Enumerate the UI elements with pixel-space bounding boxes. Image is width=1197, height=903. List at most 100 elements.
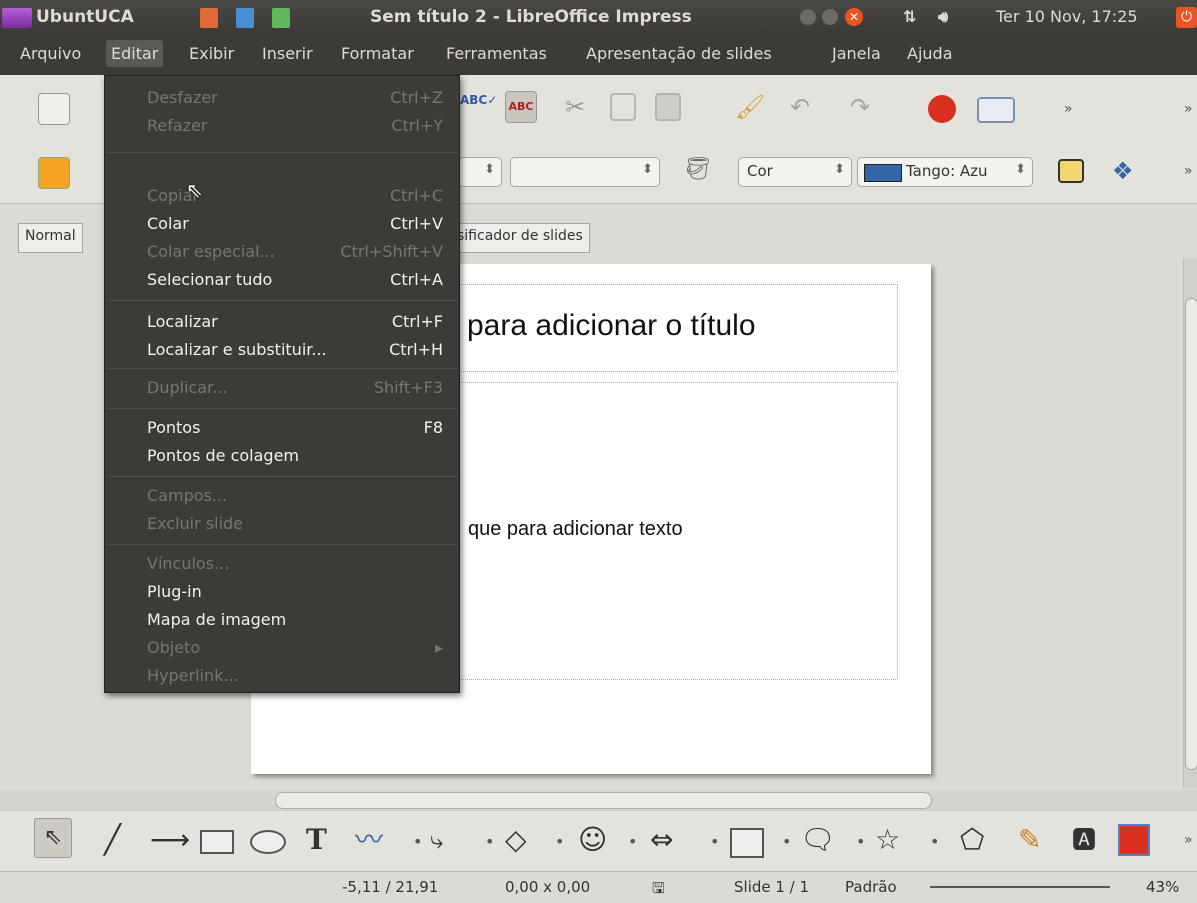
shadow-icon[interactable] bbox=[1058, 159, 1084, 183]
basic-shapes-icon[interactable]: ◇ bbox=[505, 820, 527, 860]
callouts-dropdown-icon[interactable]: • bbox=[856, 832, 865, 851]
size-readout: 0,00 x 0,00 bbox=[505, 878, 591, 896]
line-width-combo[interactable]: ⬍ bbox=[458, 157, 502, 187]
app-logo-icon[interactable] bbox=[2, 8, 32, 28]
menu-bar: Arquivo Editar Exibir Inserir Formatar F… bbox=[0, 35, 1197, 75]
display-area-icon[interactable] bbox=[38, 157, 70, 189]
impress-launcher-icon[interactable] bbox=[200, 8, 218, 28]
menu-formatar[interactable]: Formatar bbox=[341, 44, 414, 63]
content-placeholder-text: que para adicionar texto bbox=[468, 518, 683, 540]
menu-arquivo[interactable]: Arquivo bbox=[20, 44, 81, 63]
connector-icon[interactable]: ⤷ bbox=[430, 820, 443, 860]
menu-janela[interactable]: Janela bbox=[832, 44, 881, 63]
ellipse-icon[interactable] bbox=[250, 830, 286, 854]
points-icon[interactable]: ⬠ bbox=[960, 820, 984, 860]
menu-exibir[interactable]: Exibir bbox=[189, 44, 234, 63]
chart-icon[interactable] bbox=[928, 95, 956, 123]
maximize-icon[interactable] bbox=[822, 9, 838, 25]
glue-points-icon[interactable]: ✎ bbox=[1018, 820, 1041, 860]
menu-ajuda[interactable]: Ajuda bbox=[907, 44, 953, 63]
fill-color-combo[interactable]: Tango: Azu ⬍ bbox=[857, 157, 1033, 187]
menu-separator bbox=[107, 476, 457, 477]
more-chevron-icon-4[interactable]: » bbox=[1184, 832, 1193, 848]
curve-dropdown-icon[interactable]: • bbox=[413, 832, 422, 851]
fill-color-label: Tango: Azu bbox=[906, 162, 988, 180]
more-chevron-icon[interactable]: » bbox=[1064, 101, 1073, 117]
layout-name: Padrão bbox=[845, 878, 897, 896]
slide-counter: Slide 1 / 1 bbox=[734, 878, 810, 896]
zoom-slider[interactable] bbox=[930, 886, 1110, 888]
edit-menu-dropdown: Desfazer Ctrl+Z Refazer Ctrl+Y Copiar Ctrl+… bbox=[104, 75, 460, 693]
vertical-scrollbar[interactable] bbox=[1183, 258, 1197, 788]
writer-launcher-icon[interactable] bbox=[236, 8, 254, 28]
line-arrow-icon[interactable]: ⟶ bbox=[150, 820, 190, 860]
redo-icon[interactable]: ↷ bbox=[850, 93, 880, 123]
paint-icon[interactable]: ❖ bbox=[1112, 157, 1142, 187]
select-arrow-icon[interactable]: ⇖ bbox=[34, 818, 72, 858]
basic-shapes-dropdown-icon[interactable]: • bbox=[555, 832, 564, 851]
curve-icon[interactable]: 〰 bbox=[355, 820, 383, 860]
menu-editar[interactable]: Editar bbox=[106, 40, 164, 67]
status-bar: -5,11 / 21,91 0,00 x 0,00 🖫︎ Slide 1 / 1… bbox=[0, 871, 1197, 901]
calc-launcher-icon[interactable] bbox=[272, 8, 290, 28]
top-panel: UbuntUCA Sem título 2 - LibreOffice Impr… bbox=[0, 0, 1197, 35]
menu-inserir[interactable]: Inserir bbox=[262, 44, 313, 63]
vertical-scroll-thumb[interactable] bbox=[1185, 298, 1197, 770]
line-icon[interactable]: ╱ bbox=[104, 820, 121, 860]
menu-separator bbox=[107, 152, 457, 153]
table-icon[interactable] bbox=[977, 97, 1015, 123]
stars-dropdown-icon[interactable]: • bbox=[930, 832, 939, 851]
flowchart-icon[interactable] bbox=[730, 828, 764, 858]
position-readout: -5,11 / 21,91 bbox=[342, 878, 439, 896]
tab-normal[interactable]: Normal bbox=[18, 223, 83, 253]
minimize-icon[interactable] bbox=[800, 9, 816, 25]
clone-format-icon[interactable]: 🖌︎ bbox=[735, 93, 765, 123]
area-style-label: Cor bbox=[747, 162, 773, 180]
image-icon[interactable] bbox=[1118, 824, 1150, 856]
document-modified-icon: 🖫︎ bbox=[652, 879, 665, 897]
tab-slide-sorter[interactable]: sificador de slides bbox=[450, 223, 590, 253]
area-style-combo[interactable]: Cor ⬍ bbox=[738, 157, 852, 187]
stars-icon[interactable]: ☆ bbox=[875, 820, 900, 860]
menu-ferramentas[interactable]: Ferramentas bbox=[446, 44, 547, 63]
line-color-combo[interactable]: ⬍ bbox=[510, 157, 660, 187]
cut-icon[interactable]: ✂ bbox=[565, 93, 595, 123]
area-style-icon[interactable]: 🪣︎ bbox=[684, 157, 714, 187]
horizontal-scroll-thumb[interactable] bbox=[275, 792, 932, 809]
paste-icon[interactable] bbox=[655, 93, 681, 121]
autospellcheck-icon[interactable]: ABC bbox=[505, 91, 537, 123]
symbol-shapes-dropdown-icon[interactable]: • bbox=[628, 832, 637, 851]
menu-separator bbox=[107, 368, 457, 369]
app-name[interactable]: UbuntUCA bbox=[36, 7, 134, 27]
block-arrows-icon[interactable]: ⇔ bbox=[650, 820, 673, 860]
mouse-cursor-icon: ⇖ bbox=[186, 178, 203, 202]
title-placeholder-text: para adicionar o título bbox=[467, 309, 756, 342]
more-chevron-icon-3[interactable]: » bbox=[1184, 163, 1193, 179]
window-title: Sem título 2 - LibreOffice Impress bbox=[370, 7, 692, 27]
spellcheck-icon[interactable]: ABC✓ bbox=[460, 93, 497, 123]
flowchart-dropdown-icon[interactable]: • bbox=[782, 832, 791, 851]
clock[interactable]: Ter 10 Nov, 17:25 bbox=[996, 7, 1138, 26]
close-icon[interactable]: ✕ bbox=[845, 8, 863, 26]
menu-separator bbox=[107, 544, 457, 545]
menu-separator bbox=[107, 300, 457, 301]
symbol-shapes-icon[interactable]: ☺ bbox=[578, 820, 607, 860]
menu-separator bbox=[107, 408, 457, 409]
volume-icon[interactable]: 🔊︎ bbox=[938, 7, 948, 27]
copy-icon[interactable] bbox=[610, 93, 636, 121]
callouts-icon[interactable]: 🗨︎ bbox=[800, 820, 836, 860]
block-arrows-dropdown-icon[interactable]: • bbox=[710, 832, 719, 851]
connector-dropdown-icon[interactable]: • bbox=[485, 832, 494, 851]
submenu-arrow-icon: ▸ bbox=[434, 638, 443, 657]
menu-apresentacao[interactable]: Apresentação de slides bbox=[586, 44, 772, 63]
network-icon[interactable]: ⇅ bbox=[903, 7, 916, 26]
color-swatch bbox=[864, 164, 902, 182]
new-document-icon[interactable] bbox=[38, 93, 70, 125]
text-icon[interactable]: T bbox=[306, 820, 327, 860]
fontwork-icon[interactable]: 🅰︎ bbox=[1072, 820, 1096, 860]
more-chevron-icon-2[interactable]: » bbox=[1184, 101, 1193, 117]
rectangle-icon[interactable] bbox=[200, 830, 234, 854]
power-icon[interactable]: ⏻ bbox=[1176, 7, 1197, 28]
zoom-level[interactable]: 43% bbox=[1146, 878, 1179, 896]
undo-icon[interactable]: ↶ bbox=[790, 93, 820, 123]
